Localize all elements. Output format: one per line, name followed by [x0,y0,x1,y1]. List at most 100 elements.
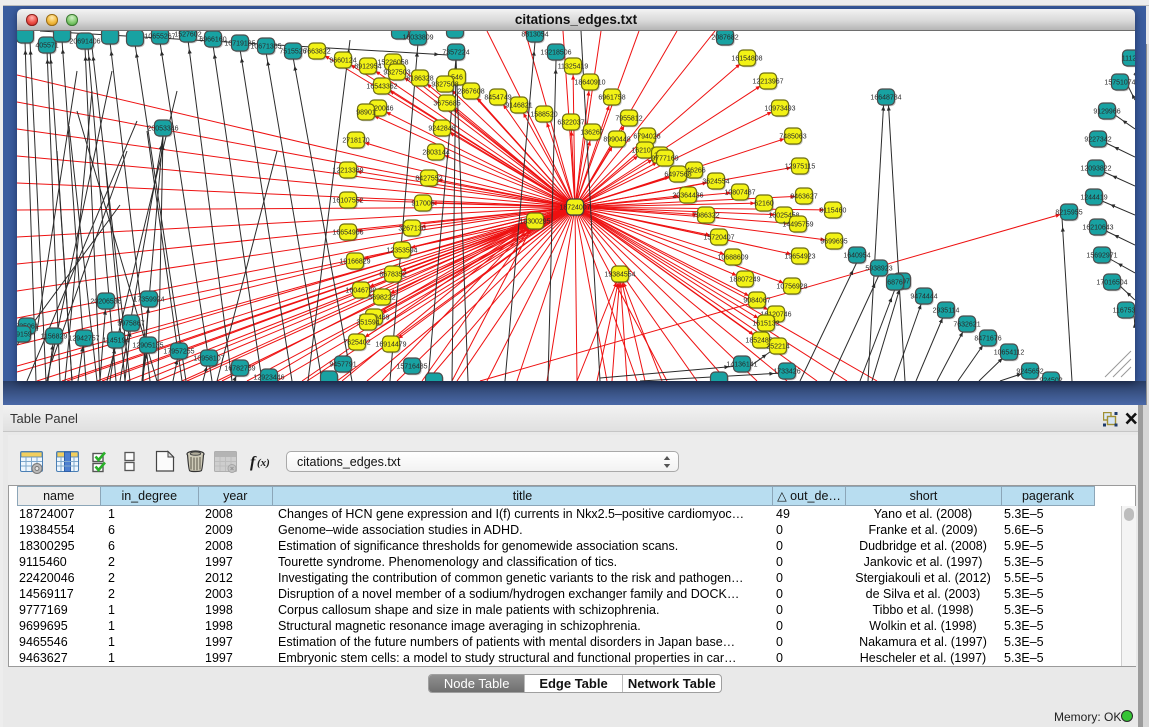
svg-text:6497568: 6497568 [664,172,691,179]
svg-text:3624554: 3624554 [702,179,729,186]
svg-text:f: f [250,454,257,471]
svg-text:136267: 136267 [580,130,603,137]
svg-text:7986322: 7986322 [692,213,719,220]
svg-text:12213967: 12213967 [752,79,783,86]
svg-text:62160: 62160 [754,201,774,208]
svg-text:917006: 917006 [411,201,434,208]
svg-text:12923446: 12923446 [253,375,284,382]
svg-text:16654966: 16654966 [332,230,363,237]
svg-text:7663822: 7663822 [303,49,330,56]
svg-text:12975115: 12975115 [785,164,816,171]
svg-text:9227342: 9227342 [1084,137,1111,144]
svg-text:2087682: 2087682 [711,35,738,42]
svg-text:11325419: 11325419 [558,64,589,71]
svg-text:20206536: 20206536 [90,299,121,306]
svg-text:10688609: 10688609 [717,255,748,262]
svg-text:20691406: 20691406 [69,39,100,46]
svg-text:8678352: 8678352 [379,272,406,279]
svg-text:16543362: 16543362 [366,84,397,91]
svg-text:9463627: 9463627 [790,194,817,201]
svg-text:10973493: 10973493 [764,106,795,113]
svg-text:16154808: 16154808 [731,56,762,63]
svg-text:14495759: 14495759 [782,222,813,229]
svg-text:12213389: 12213389 [332,168,363,175]
svg-text:10807487: 10807487 [724,190,755,197]
svg-text:8186328: 8186328 [406,76,433,83]
svg-text:15720407: 15720407 [703,235,734,242]
svg-text:7625402: 7625402 [343,340,370,347]
svg-text:15692971: 15692971 [1086,253,1117,260]
svg-text:20364436: 20364436 [672,193,703,200]
svg-text:8471676: 8471676 [974,336,1001,343]
svg-text:11127: 11127 [1122,56,1135,63]
svg-text:10671365: 10671365 [250,44,281,51]
svg-text:3675685: 3675685 [433,101,460,108]
svg-text:(x): (x) [257,457,270,469]
svg-text:8990448: 8990448 [603,137,630,144]
svg-text:405571: 405571 [35,43,58,50]
svg-text:19218506: 19218506 [540,50,571,57]
svg-text:2718170: 2718170 [342,138,369,145]
svg-text:9699695: 9699695 [820,239,847,246]
svg-text:8813054: 8813054 [521,32,548,39]
svg-text:9777169: 9777169 [651,156,678,163]
svg-text:6961758: 6961758 [598,95,625,102]
svg-text:9660124: 9660124 [329,58,356,65]
svg-text:17957255: 17957255 [163,349,194,356]
svg-text:2867608: 2867608 [457,89,484,96]
svg-text:7357224: 7357224 [442,50,469,57]
svg-text:16046798: 16046798 [345,288,376,295]
svg-text:2803144: 2803144 [422,150,449,157]
svg-text:1588520: 1588520 [530,112,557,119]
svg-text:19166829: 19166829 [339,259,370,266]
svg-text:17359924: 17359924 [133,297,164,304]
svg-text:39159: 39159 [17,332,32,339]
svg-text:10958107: 10958107 [193,356,224,363]
svg-text:9084067: 9084067 [743,298,770,305]
svg-text:1167533: 1167533 [1113,308,1135,315]
svg-text:15751074: 15751074 [1104,80,1135,87]
svg-text:9245652: 9245652 [1016,369,1043,376]
svg-text:5938923: 5938923 [865,266,892,273]
svg-text:19384554: 19384554 [604,272,635,279]
svg-text:9975867: 9975867 [117,321,144,328]
svg-text:12905135: 12905135 [132,343,163,350]
svg-text:1615132: 1615132 [752,321,779,328]
svg-text:14136141: 14136141 [726,362,757,369]
svg-text:7485063: 7485063 [779,134,806,141]
svg-text:19654923: 19654923 [784,254,815,261]
svg-text:1156829: 1156829 [41,334,68,341]
svg-text:18807249: 18807249 [729,277,760,284]
svg-text:8215955: 8215955 [1055,210,1082,217]
svg-text:9474444: 9474444 [910,294,937,301]
svg-text:16210643: 16210643 [1082,225,1113,232]
svg-text:6322037: 6322037 [557,120,584,127]
svg-text:16107552: 16107552 [332,198,363,205]
svg-text:10756928: 10756928 [776,284,807,291]
svg-text:1145194: 1145194 [103,338,130,345]
svg-text:6794028: 6794028 [633,134,660,141]
svg-text:1244419: 1244419 [1080,195,1107,202]
svg-text:3267130: 3267130 [398,226,425,233]
svg-text:9146821: 9146821 [505,103,532,110]
svg-text:18300295: 18300295 [519,219,550,226]
svg-text:9129966: 9129966 [1093,109,1120,116]
svg-text:351594: 351594 [356,320,379,327]
svg-text:10654112: 10654112 [994,350,1025,357]
svg-text:12942757: 12942757 [68,336,99,343]
svg-text:16648784: 16648784 [870,95,901,102]
svg-text:17016504: 17016504 [1096,280,1127,287]
svg-text:8454749: 8454749 [484,95,511,102]
svg-text:12093822: 12093822 [1080,166,1111,173]
svg-text:9457791: 9457791 [329,362,356,369]
svg-text:1640954: 1640954 [843,253,870,260]
svg-text:8427552: 8427552 [415,176,442,183]
svg-text:16033809: 16033809 [402,35,433,42]
svg-text:18724007: 18724007 [559,205,590,212]
svg-text:7955812: 7955812 [615,116,642,123]
svg-text:924502: 924502 [1039,378,1062,382]
svg-text:12353594: 12353594 [386,248,417,255]
svg-text:18640910: 18640910 [574,80,605,87]
svg-text:7632621: 7632621 [953,322,980,329]
svg-text:9327508: 9327508 [431,82,458,89]
